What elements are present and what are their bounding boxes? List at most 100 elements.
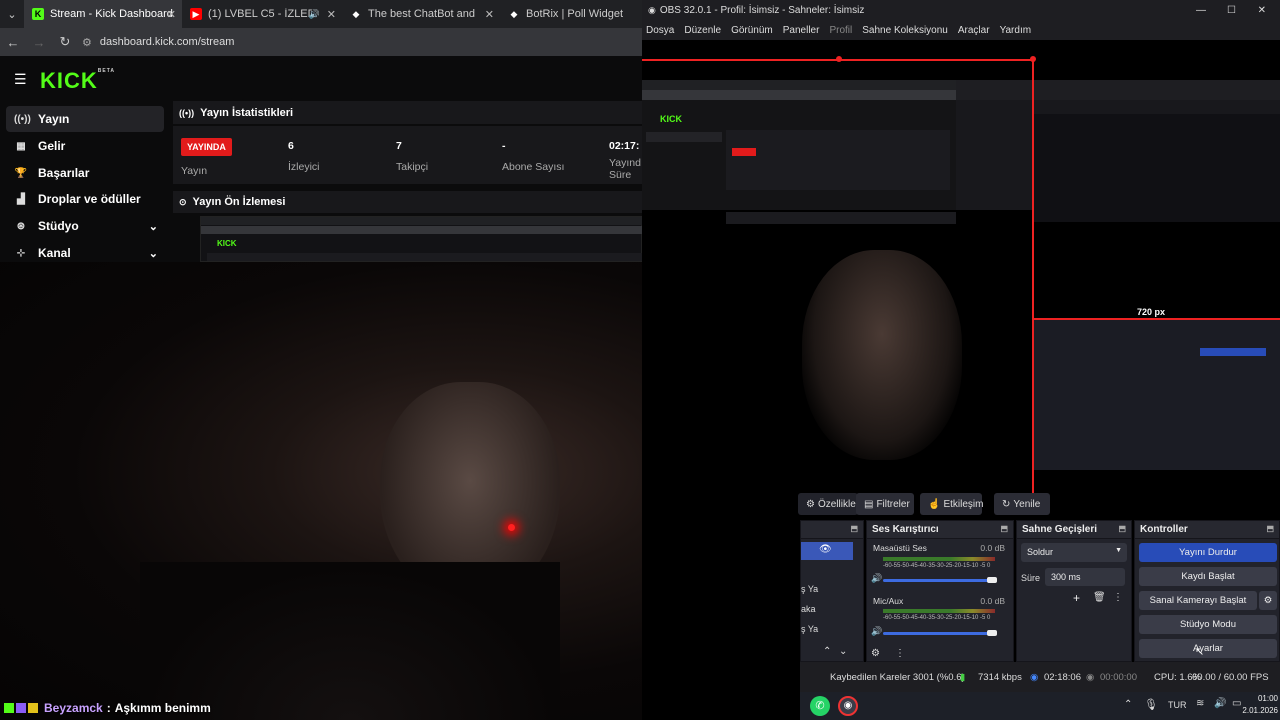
stop-stream-button[interactable]: Yayını Durdur [1139,543,1277,562]
language-indicator[interactable]: TUR [1168,700,1187,710]
start-recording-button[interactable]: Kaydı Başlat [1139,567,1277,586]
close-tab-icon[interactable]: ✕ [327,8,336,21]
resize-handle[interactable] [836,56,842,62]
delete-transition-icon[interactable]: 🗑 [1093,592,1106,603]
hamburger-menu-icon[interactable]: ☰ [14,71,27,88]
menu-yardim[interactable]: Yardım [1000,25,1032,36]
studio-mode-button[interactable]: Stüdyo Modu [1139,615,1277,634]
forward-icon[interactable]: → [26,35,52,50]
volume-slider-knob[interactable] [987,630,997,636]
sidebar-item-droplar[interactable]: ▟ Droplar ve ödüller [6,186,164,212]
controls-dock: Kontroller ⬒ Yayını Durdur Kaydı Başlat S… [1134,520,1280,662]
microphone-icon[interactable]: 🎙 [1144,698,1158,711]
nested-kick-logo: KICK [660,114,682,124]
speaker-icon[interactable]: 🔊 [871,626,882,637]
menu-araclar[interactable]: Araçlar [958,25,990,36]
menu-dosya[interactable]: Dosya [646,25,674,36]
properties-button[interactable]: ⚙ Özellikler [798,493,859,515]
sidebar-item-studyo[interactable]: ⊛ Stüdyo ⌄ [6,213,164,239]
refresh-button[interactable]: ↻ Yenile [994,493,1050,515]
settings-button[interactable]: Ayarlar [1139,639,1277,658]
move-up-icon[interactable]: ⌃ [823,646,831,657]
tab-youtube[interactable]: ▶ (1) LVBEL C5 - İZLEDİ MAHA 🔊 ✕ [182,0,342,28]
close-tab-icon[interactable]: ✕ [485,8,494,21]
menu-profil[interactable]: Profil [829,25,852,36]
obs-preview-canvas[interactable]: KICK 720 px [642,40,1280,515]
nested-webcam-person [802,250,962,460]
more-options-icon[interactable]: ⋮ [1113,592,1123,603]
mixer-channel-db: 0.0 dB [980,596,1005,606]
source-row-label[interactable]: ş Ya [801,624,818,634]
virtual-camera-button[interactable]: Sanal Kamerayı Başlat [1139,591,1257,610]
menu-sahne-koleksiyonu[interactable]: Sahne Koleksiyonu [862,25,948,36]
filters-button[interactable]: ▤ Filtreler [856,493,914,515]
url-field[interactable]: dashboard.kick.com/stream [100,36,235,48]
volume-meter [883,609,995,613]
sidebar-item-gelir[interactable]: ▦ Gelir [6,133,164,159]
volume-icon[interactable]: 🔊 [1214,698,1226,709]
sidebar-item-kanal[interactable]: ⊹ Kanal ⌄ [6,240,164,266]
stream-label: Yayın [181,165,208,177]
reload-icon[interactable]: ↻ [52,34,78,50]
site-info-icon[interactable]: ⚙ [82,36,92,49]
whatsapp-icon[interactable]: ✆ [810,696,830,716]
browser-address-bar: ← → ↻ ⚙ dashboard.kick.com/stream [0,28,642,56]
selection-right-edge[interactable] [1032,59,1034,515]
menu-gorunum[interactable]: Görünüm [731,25,773,36]
resize-handle[interactable] [1030,56,1036,62]
hand-icon: ☝ [928,498,941,510]
volume-meter [883,557,995,561]
viewers-value: 6 [288,140,294,152]
tab-poll-widget[interactable]: ◆ BotRix | Poll Widget [500,0,642,28]
advanced-audio-icon[interactable]: ⚙ [871,648,880,659]
visibility-icon[interactable]: 👁 [819,544,832,555]
sidebar-item-yayin[interactable]: ((•)) Yayın [6,106,164,132]
mouse-cursor-icon: ↖ [1195,646,1205,658]
volume-slider[interactable] [883,632,995,635]
sidebar-item-basarilar[interactable]: 🏆 Başarılar [6,160,164,186]
speaker-icon[interactable]: 🔊 [871,573,882,584]
tab-kick-dashboard[interactable]: K Stream - Kick Dashboard ✕ [24,0,182,28]
stream-icon: ◉ [1030,672,1039,683]
minimize-icon[interactable]: — [1196,5,1206,16]
obs-taskbar-icon[interactable]: ◉ [838,696,858,716]
duration-spinbox[interactable]: 300 ms [1045,568,1125,586]
menu-paneller[interactable]: Paneller [783,25,820,36]
volume-slider-knob[interactable] [987,577,997,583]
menu-duzenle[interactable]: Düzenle [684,25,721,36]
drops-icon: ▟ [17,193,25,205]
back-icon[interactable]: ← [0,35,26,50]
move-down-icon[interactable]: ⌄ [839,646,847,657]
tab-search-button[interactable]: ⌄ [0,0,24,28]
tab-chatbot[interactable]: ◆ The best ChatBot and Widgets ✕ [342,0,500,28]
dock-popout-icon[interactable]: ⬒ [1000,524,1008,533]
clock-date[interactable]: 2.01.2026 [1236,706,1278,715]
source-row-label[interactable]: aka [801,604,816,614]
close-tab-icon[interactable]: ✕ [167,8,176,21]
meter-scale: -60-55-50-45-40-35-30-25-20-15-10 -5 0 [883,615,991,621]
transition-select[interactable]: Soldur ▼ [1021,543,1127,562]
source-row-label[interactable]: ş Ya [801,584,818,594]
bitrate: 7314 kbps [978,672,1022,683]
windows-taskbar: ✆ ◉ ⌃ 🎙 TUR ≋ 🔊 ▭ 01:00 2.01.2026 [800,692,1280,720]
audio-mixer-dock: Ses Karıştırıcı ⬒ Masaüstü Ses 0.0 dB -60… [866,520,1014,662]
dock-popout-icon[interactable]: ⬒ [850,524,858,533]
interact-button[interactable]: ☝ Etkileşim [920,493,983,515]
wifi-icon[interactable]: ≋ [1196,698,1204,709]
dock-popout-icon[interactable]: ⬒ [1266,524,1274,533]
sources-dock: ⬒ 👁 ş Ya aka ş Ya ⌃ ⌄ [800,520,864,662]
obs-titlebar: ◉ OBS 32.0.1 - Profil: İsimsiz - Sahnele… [642,0,1280,20]
clock-time[interactable]: 01:00 [1248,694,1278,703]
tray-chevron-icon[interactable]: ⌃ [1124,699,1132,710]
add-transition-icon[interactable]: + [1073,591,1080,605]
more-options-icon[interactable]: ⋮ [895,648,905,659]
obs-window: ◉ OBS 32.0.1 - Profil: İsimsiz - Sahnele… [642,0,1280,720]
kick-logo[interactable]: KICKBETA [40,68,115,94]
maximize-icon[interactable]: ☐ [1227,5,1236,16]
close-icon[interactable]: ✕ [1258,5,1266,16]
virtual-camera-settings-icon[interactable]: ⚙ [1259,591,1277,610]
broadcast-icon: ((•)) [179,107,195,118]
audio-playing-icon[interactable]: 🔊 [309,9,320,20]
dock-popout-icon[interactable]: ⬒ [1118,524,1126,533]
volume-slider[interactable] [883,579,995,582]
